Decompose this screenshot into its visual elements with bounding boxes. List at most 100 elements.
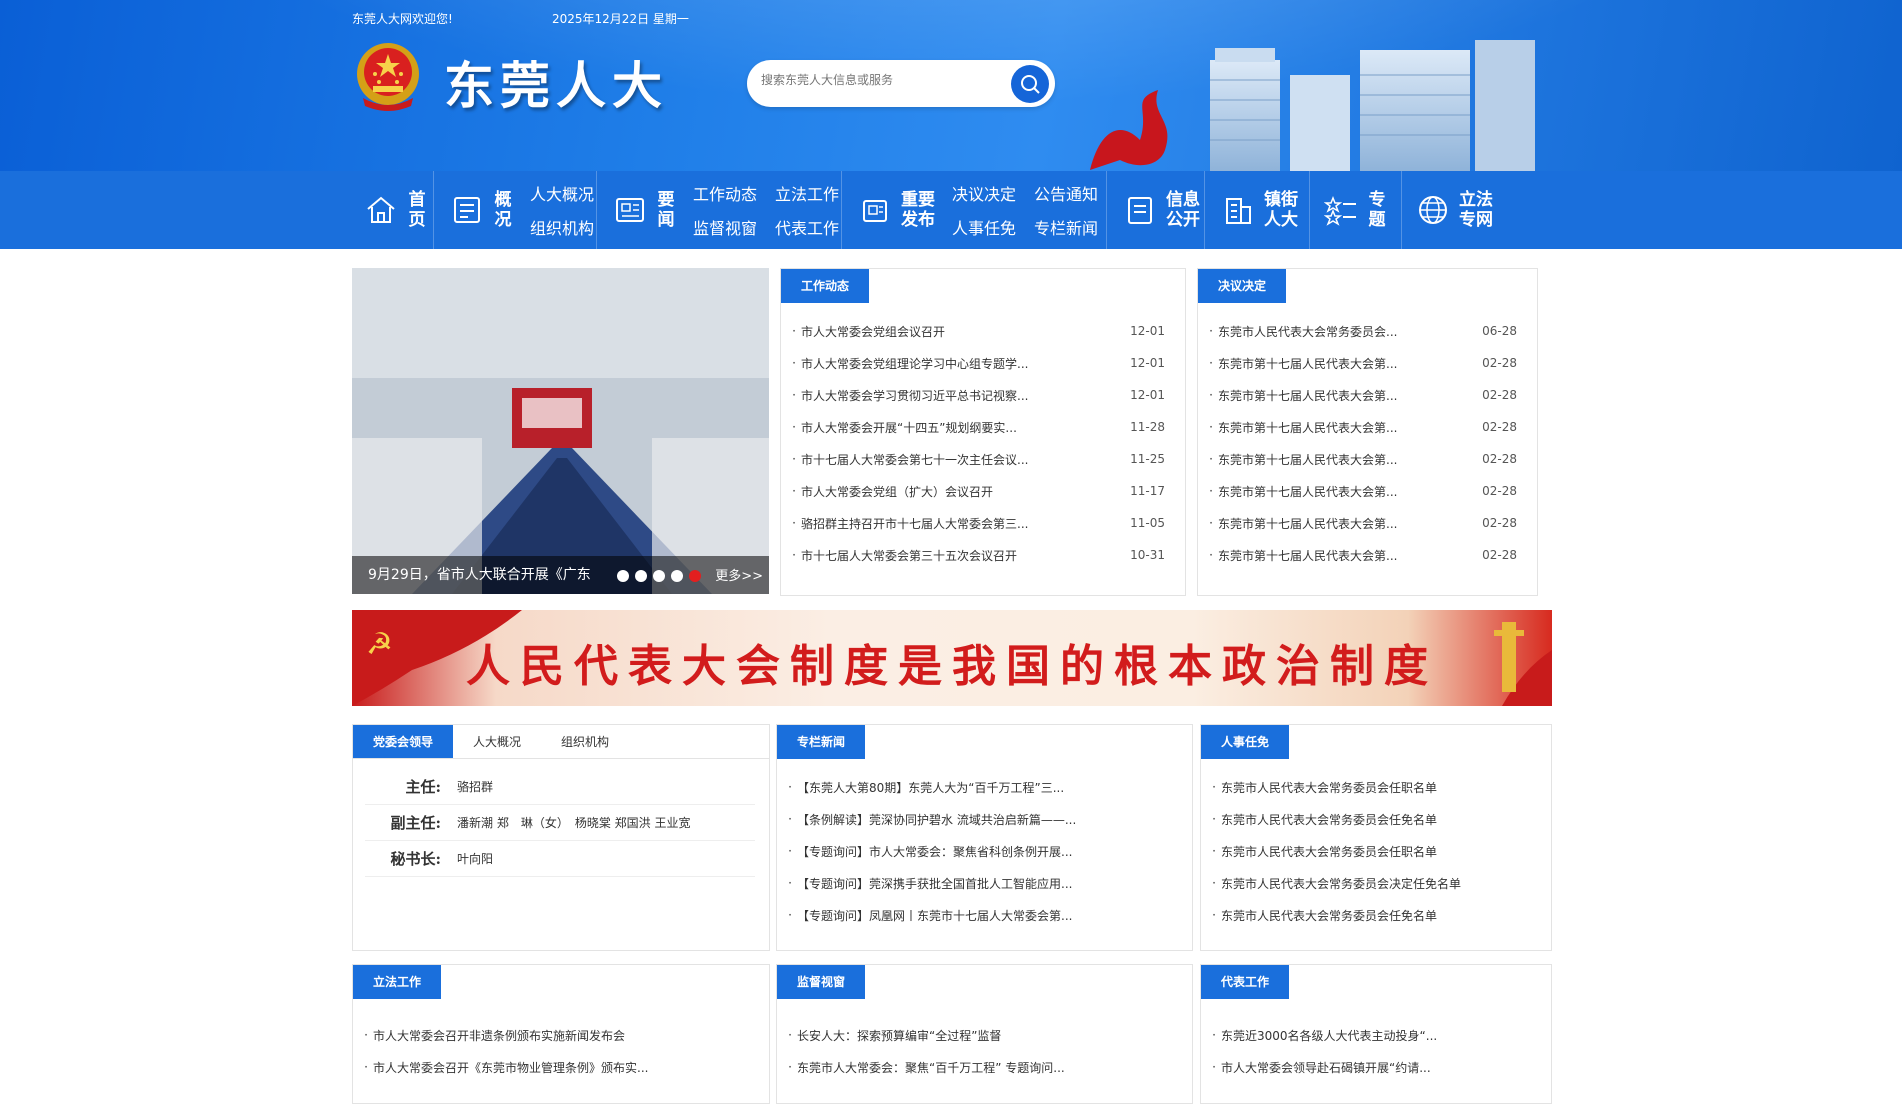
nav-item-info-disclosure[interactable]: 信息公开 — [1107, 171, 1205, 249]
nav-item-home[interactable]: 首页 — [352, 171, 434, 249]
list-item-title[interactable]: 东莞市人民代表大会常务委员会决定任免名单 — [1221, 875, 1531, 892]
tab-deputies[interactable]: 代表工作 — [1201, 965, 1290, 999]
list-item[interactable]: · 市人大常委会党组会议召开 12-01 — [787, 315, 1165, 347]
tab-party-leaders[interactable]: 党委会领导 — [353, 725, 454, 758]
list-item[interactable]: · 东莞市人民代表大会常务委员会决定任免名单 — [1207, 867, 1531, 899]
list-item-title[interactable]: 东莞市第十七届人民代表大会第... — [1218, 451, 1474, 468]
nav-sub-organization[interactable]: 组织机构 — [530, 215, 594, 239]
tab-npc-overview[interactable]: 人大概况 — [453, 725, 541, 758]
list-item-title[interactable]: 东莞市人民代表大会常务委员会... — [1218, 323, 1474, 340]
list-item-title[interactable]: 市人大常委会召开《东莞市物业管理条例》颁布实... — [373, 1059, 749, 1076]
list-item-title[interactable]: 东莞市第十七届人民代表大会第... — [1218, 387, 1474, 404]
list-item[interactable]: · 市人大常委会开展“十四五”规划纲要实... 11-28 — [787, 411, 1165, 443]
list-item-title[interactable]: 市人大常委会党组（扩大）会议召开 — [801, 483, 1122, 500]
list-item[interactable]: · 市人大常委会召开《东莞市物业管理条例》颁布实... — [359, 1051, 749, 1083]
slider-dot-active[interactable] — [689, 570, 701, 582]
list-item[interactable]: · 市人大常委会党组（扩大）会议召开 11-17 — [787, 475, 1165, 507]
list-item[interactable]: · 【东莞人大第80期】东莞人大为“百千万工程”三... — [783, 771, 1172, 803]
list-item-title[interactable]: 市人大常委会领导赴石碣镇开展“约请... — [1221, 1059, 1531, 1076]
leader-names[interactable]: 叶向阳 — [457, 850, 493, 867]
nav-sub-npc-overview[interactable]: 人大概况 — [530, 181, 594, 205]
list-item-title[interactable]: 东莞市人民代表大会常务委员会任职名单 — [1221, 779, 1531, 796]
list-item-title[interactable]: 东莞市第十七届人民代表大会第... — [1218, 419, 1474, 436]
search-input[interactable] — [761, 73, 991, 87]
search-button[interactable] — [1011, 65, 1049, 103]
nav-label-publish[interactable]: 重要发布 — [900, 190, 936, 230]
list-item[interactable]: · 长安人大：探索预算编审“全过程”监督 — [783, 1019, 1172, 1051]
list-item[interactable]: · 市人大常委会领导赴石碣镇开展“约请... — [1207, 1051, 1531, 1083]
list-item-title[interactable]: 东莞市人民代表大会常务委员会任免名单 — [1221, 907, 1531, 924]
leader-names[interactable]: 潘新潮 郑 琳（女） 杨晓棠 郑国洪 王业宽 — [457, 814, 690, 831]
list-item[interactable]: · 市人大常委会学习贯彻习近平总书记视察... 12-01 — [787, 379, 1165, 411]
nav-sub-supervision[interactable]: 监督视窗 — [693, 215, 757, 239]
tab-supervision[interactable]: 监督视窗 — [777, 965, 866, 999]
list-item-title[interactable]: 市人大常委会党组理论学习中心组专题学... — [801, 355, 1122, 372]
list-item[interactable]: · 东莞市人大常委会：聚焦“百千万工程” 专题询问... — [783, 1051, 1172, 1083]
list-item-title[interactable]: 东莞市第十七届人民代表大会第... — [1218, 355, 1474, 372]
site-logo-text[interactable]: 东莞人大 — [444, 46, 668, 118]
photo-slider[interactable]: 9月29日，省市人大联合开展《广东 更多>> — [352, 268, 769, 594]
slider-dot[interactable] — [653, 570, 665, 582]
nav-sub-work-news[interactable]: 工作动态 — [693, 181, 757, 205]
list-item[interactable]: · 东莞市人民代表大会常务委员会任免名单 — [1207, 803, 1531, 835]
nav-sub-special-news[interactable]: 专栏新闻 — [1034, 215, 1098, 239]
list-item[interactable]: · 东莞市第十七届人民代表大会第... 02-28 — [1204, 443, 1517, 475]
slider-dot[interactable] — [671, 570, 683, 582]
list-item-title[interactable]: 市人大常委会开展“十四五”规划纲要实... — [801, 419, 1122, 436]
tab-work-news[interactable]: 工作动态 — [781, 269, 870, 303]
nav-sub-resolutions[interactable]: 决议决定 — [952, 181, 1016, 205]
list-item-title[interactable]: 【专题询问】凤凰网丨东莞市十七届人大常委会第... — [797, 907, 1172, 924]
nav-sub-notices[interactable]: 公告通知 — [1034, 181, 1098, 205]
list-item-title[interactable]: 骆招群主持召开市十七届人大常委会第三... — [801, 515, 1122, 532]
nav-label-overview[interactable]: 概况 — [492, 190, 514, 230]
tab-special-news[interactable]: 专栏新闻 — [777, 725, 866, 759]
nav-sub-deputies[interactable]: 代表工作 — [775, 215, 839, 239]
slogan-banner[interactable]: ☭ 人民代表大会制度是我国的根本政治制度 — [352, 610, 1552, 706]
slider-more-link[interactable]: 更多>> — [715, 565, 763, 584]
list-item[interactable]: · 东莞近3000名各级人大代表主动投身“... — [1207, 1019, 1531, 1051]
list-item[interactable]: · 东莞市第十七届人民代表大会第... 02-28 — [1204, 539, 1517, 571]
list-item[interactable]: · 东莞市第十七届人民代表大会第... 02-28 — [1204, 411, 1517, 443]
list-item-title[interactable]: 东莞近3000名各级人大代表主动投身“... — [1221, 1027, 1531, 1044]
list-item[interactable]: · 【专题询问】市人大常委会：聚焦省科创条例开展... — [783, 835, 1172, 867]
list-item[interactable]: · 东莞市第十七届人民代表大会第... 02-28 — [1204, 475, 1517, 507]
tab-personnel[interactable]: 人事任免 — [1201, 725, 1290, 759]
list-item[interactable]: · 市十七届人大常委会第七十一次主任会议... 11-25 — [787, 443, 1165, 475]
list-item-title[interactable]: 长安人大：探索预算编审“全过程”监督 — [797, 1027, 1172, 1044]
list-item-title[interactable]: 东莞市人民代表大会常务委员会任职名单 — [1221, 843, 1531, 860]
nav-label-news[interactable]: 要闻 — [655, 190, 677, 230]
list-item-title[interactable]: 【条例解读】莞深协同护碧水 流域共治启新篇——... — [797, 811, 1172, 828]
nav-sub-legislation[interactable]: 立法工作 — [775, 181, 839, 205]
list-item[interactable]: · 东莞市人民代表大会常务委员会... 06-28 — [1204, 315, 1517, 347]
list-item-title[interactable]: 东莞市第十七届人民代表大会第... — [1218, 547, 1474, 564]
list-item-title[interactable]: 东莞市第十七届人民代表大会第... — [1218, 483, 1474, 500]
list-item[interactable]: · 东莞市人民代表大会常务委员会任免名单 — [1207, 899, 1531, 931]
slider-dot[interactable] — [617, 570, 629, 582]
list-item-title[interactable]: 市人大常委会召开非遗条例颁布实施新闻发布会 — [373, 1027, 749, 1044]
list-item-title[interactable]: 东莞市人大常委会：聚焦“百千万工程” 专题询问... — [797, 1059, 1172, 1076]
list-item[interactable]: · 东莞市人民代表大会常务委员会任职名单 — [1207, 771, 1531, 803]
list-item[interactable]: · 【条例解读】莞深协同护碧水 流域共治启新篇——... — [783, 803, 1172, 835]
list-item[interactable]: · 市人大常委会召开非遗条例颁布实施新闻发布会 — [359, 1019, 749, 1051]
list-item-title[interactable]: 【专题询问】莞深携手获批全国首批人工智能应用... — [797, 875, 1172, 892]
list-item[interactable]: · 【专题询问】凤凰网丨东莞市十七届人大常委会第... — [783, 899, 1172, 931]
list-item-title[interactable]: 市人大常委会党组会议召开 — [801, 323, 1122, 340]
tab-legislation[interactable]: 立法工作 — [353, 965, 442, 999]
list-item-title[interactable]: 东莞市人民代表大会常务委员会任免名单 — [1221, 811, 1531, 828]
list-item[interactable]: · 东莞市第十七届人民代表大会第... 02-28 — [1204, 379, 1517, 411]
nav-item-town-npc[interactable]: 镇街人大 — [1205, 171, 1310, 249]
slider-dot[interactable] — [635, 570, 647, 582]
list-item[interactable]: · 市十七届人大常委会第三十五次会议召开 10-31 — [787, 539, 1165, 571]
list-item-title[interactable]: 市十七届人大常委会第三十五次会议召开 — [801, 547, 1122, 564]
slider-caption[interactable]: 9月29日，省市人大联合开展《广东 — [352, 556, 769, 594]
nav-sub-personnel[interactable]: 人事任免 — [952, 215, 1016, 239]
nav-item-topics[interactable]: 专题 — [1310, 171, 1402, 249]
list-item[interactable]: · 【专题询问】莞深携手获批全国首批人工智能应用... — [783, 867, 1172, 899]
list-item-title[interactable]: 【东莞人大第80期】东莞人大为“百千万工程”三... — [797, 779, 1172, 796]
list-item[interactable]: · 东莞市第十七届人民代表大会第... 02-28 — [1204, 347, 1517, 379]
list-item[interactable]: · 市人大常委会党组理论学习中心组专题学... 12-01 — [787, 347, 1165, 379]
list-item-title[interactable]: 东莞市第十七届人民代表大会第... — [1218, 515, 1474, 532]
list-item-title[interactable]: 市十七届人大常委会第七十一次主任会议... — [801, 451, 1122, 468]
list-item[interactable]: · 东莞市人民代表大会常务委员会任职名单 — [1207, 835, 1531, 867]
leader-names[interactable]: 骆招群 — [457, 778, 493, 795]
